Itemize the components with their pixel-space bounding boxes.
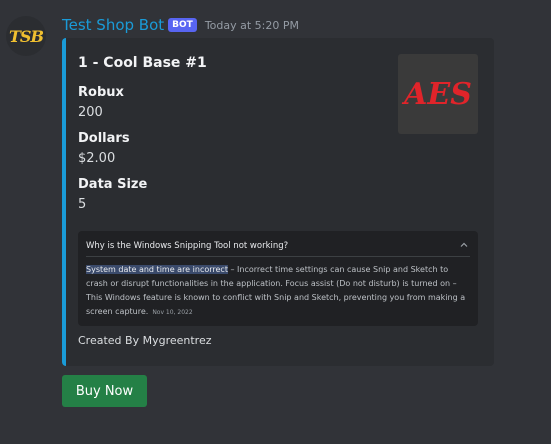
username[interactable]: Test Shop Bot xyxy=(62,16,164,34)
image-divider xyxy=(86,256,470,257)
embed-footer: Created By Mygreentrez xyxy=(78,334,212,347)
message-header: Test Shop Bot BOT Today at 5:20 PM xyxy=(62,15,299,35)
avatar-logo-text: TSB xyxy=(9,26,44,46)
field-name-robux: Robux xyxy=(78,85,124,100)
embed-image[interactable]: Why is the Windows Snipping Tool not wor… xyxy=(78,231,478,326)
message-view: TSB Test Shop Bot BOT Today at 5:20 PM 1… xyxy=(0,0,551,444)
embed-title: 1 - Cool Base #1 xyxy=(78,55,207,71)
chevron-up-icon xyxy=(460,242,468,247)
field-name-data-size: Data Size xyxy=(78,177,148,192)
field-value-robux: 200 xyxy=(78,105,103,120)
image-highlight: System date and time are incorrect xyxy=(86,265,228,274)
embed-card: 1 - Cool Base #1 Robux 200 Dollars $2.00… xyxy=(62,38,494,366)
image-date: Nov 10, 2022 xyxy=(152,309,193,316)
field-value-dollars: $2.00 xyxy=(78,151,116,166)
image-answer: System date and time are incorrect – Inc… xyxy=(86,263,472,320)
bot-avatar[interactable]: TSB xyxy=(6,16,46,56)
image-question: Why is the Windows Snipping Tool not wor… xyxy=(86,241,289,251)
timestamp: Today at 5:20 PM xyxy=(204,18,299,32)
thumbnail-logo: AES xyxy=(401,77,472,112)
field-name-dollars: Dollars xyxy=(78,131,130,146)
buy-now-button[interactable]: Buy Now xyxy=(62,375,147,407)
embed-thumbnail[interactable]: AES xyxy=(398,54,478,134)
field-value-data-size: 5 xyxy=(78,197,87,212)
bot-badge: BOT xyxy=(168,18,197,32)
thumbnail-logo-text: AES xyxy=(401,77,472,112)
